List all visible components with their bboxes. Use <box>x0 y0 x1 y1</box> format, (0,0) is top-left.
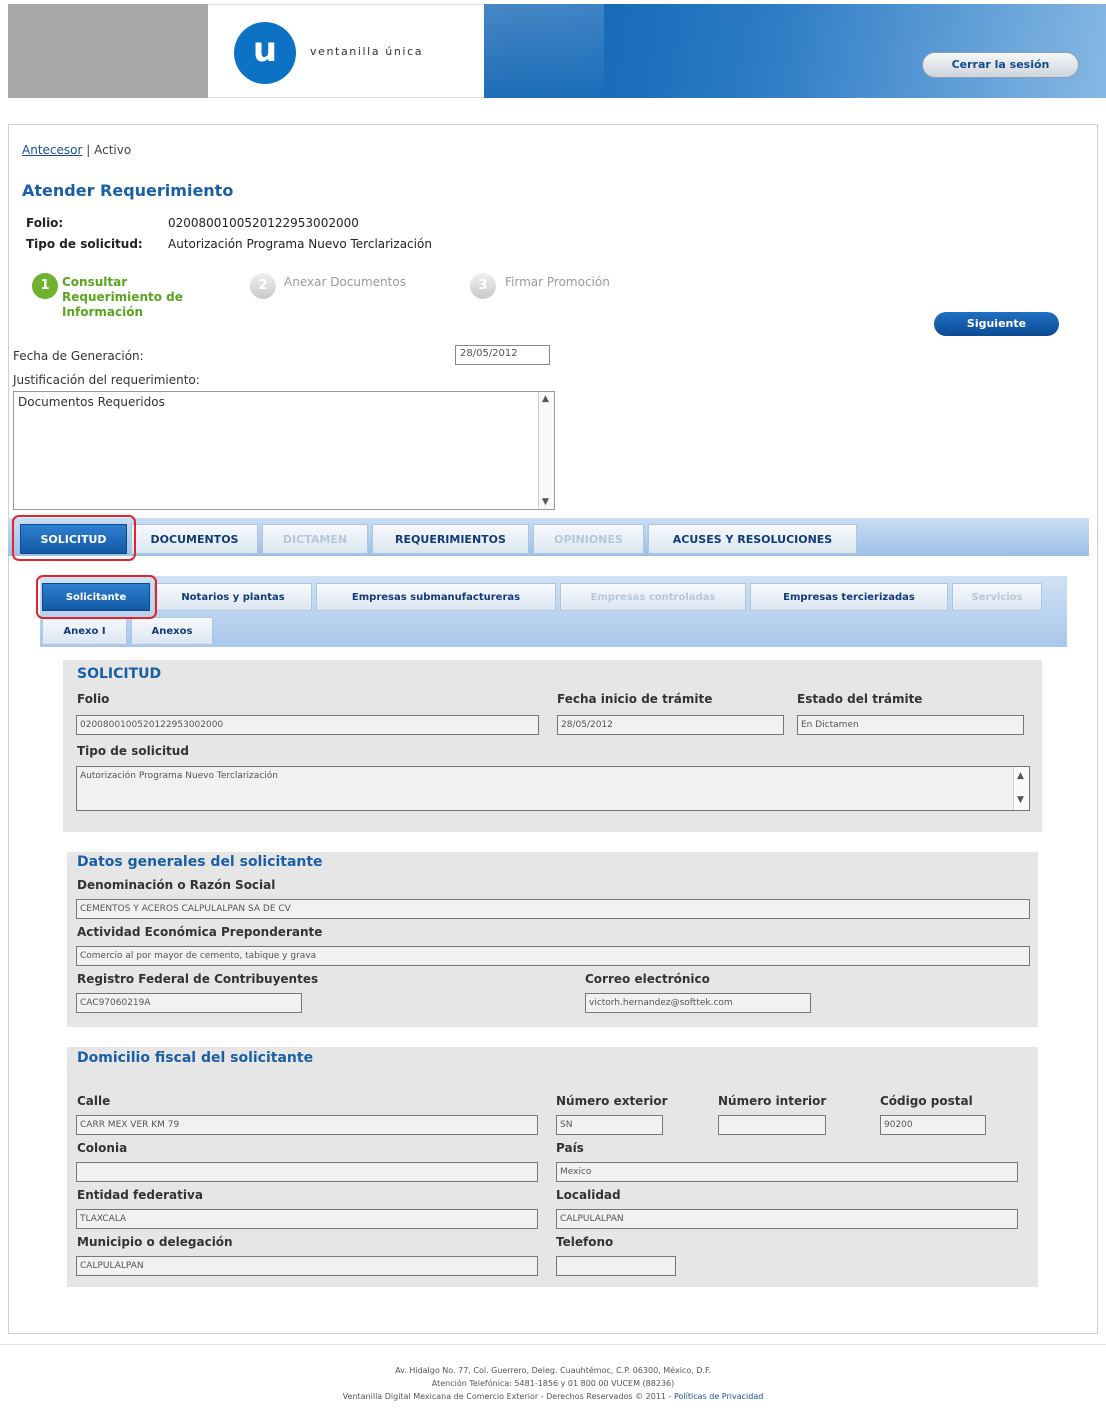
solicitud-folio-field[interactable]: 0200800100520122953002000 <box>76 715 539 735</box>
solicitud-folio-label: Folio <box>77 692 110 706</box>
tab-dictamen[interactable]: DICTAMEN <box>262 524 368 554</box>
pais-label: País <box>556 1141 584 1155</box>
footer-phone: Atención Telefónica: 5481-1856 y 01 800 … <box>431 1379 675 1388</box>
subtab-anexo-i[interactable]: Anexo I <box>42 617 127 645</box>
pais-field[interactable]: Mexico <box>556 1162 1018 1182</box>
telefono-label: Telefono <box>556 1235 614 1249</box>
scroll-down-icon[interactable]: ▼ <box>542 497 549 507</box>
step-1[interactable]: 1 <box>32 273 58 299</box>
estado-tramite-field[interactable]: En Dictamen <box>797 715 1024 735</box>
solicitud-tipo-scrollbar[interactable]: ▲ ▼ <box>1013 767 1029 810</box>
numero-interior-label: Número interior <box>718 1094 827 1108</box>
tab-opiniones[interactable]: OPINIONES <box>533 524 644 554</box>
next-button[interactable]: Siguiente <box>934 312 1059 336</box>
numero-interior-field[interactable] <box>718 1115 826 1135</box>
footer-copyright: Ventanilla Digital Mexicana de Comercio … <box>0 1390 1106 1403</box>
subtab-servicios[interactable]: Servicios <box>952 583 1042 611</box>
entidad-federativa-label: Entidad federativa <box>77 1188 203 1202</box>
step-2-label[interactable]: Anexar Documentos <box>284 275 406 289</box>
fecha-generacion-label: Fecha de Generación: <box>13 349 144 363</box>
step-3[interactable]: 3 <box>470 273 496 299</box>
rfc-label: Registro Federal de Contribuyentes <box>77 972 319 986</box>
footer-copyright-text: Ventanilla Digital Mexicana de Comercio … <box>342 1392 672 1401</box>
scroll-up-icon[interactable]: ▲ <box>542 394 549 404</box>
subtab-notarios-plantas[interactable]: Notarios y plantas <box>154 583 312 611</box>
fecha-generacion-field[interactable]: 28/05/2012 <box>455 345 550 365</box>
localidad-label: Localidad <box>556 1188 621 1202</box>
footer: Av. Hidalgo No. 77, Col. Guerrero, Deleg… <box>0 1364 1106 1403</box>
codigo-postal-label: Código postal <box>880 1094 973 1108</box>
justificacion-text: Documentos Requeridos <box>18 395 165 409</box>
domicilio-title: Domicilio fiscal del solicitante <box>77 1050 314 1066</box>
step-1-number-icon: 1 <box>32 273 58 299</box>
scroll-down-icon[interactable]: ▼ <box>1017 793 1024 808</box>
tipo-solicitud-label: Tipo de solicitud: <box>26 237 143 251</box>
datos-generales-title: Datos generales del solicitante <box>77 854 323 870</box>
actividad-economica-field[interactable]: Comercio al por mayor de cemento, tabiqu… <box>76 946 1030 966</box>
breadcrumb-separator: | <box>86 143 91 157</box>
municipio-label: Municipio o delegación <box>77 1235 233 1249</box>
calle-field[interactable]: CARR MEX VER KM 79 <box>76 1115 538 1135</box>
subtab-anexos[interactable]: Anexos <box>131 617 213 645</box>
header-banner <box>484 4 1106 98</box>
privacy-policy-link[interactable]: Políticas de Privacidad <box>674 1392 763 1401</box>
subtab-empresas-submanufactureras[interactable]: Empresas submanufactureras <box>316 583 556 611</box>
tab-documentos[interactable]: DOCUMENTOS <box>131 524 258 554</box>
codigo-postal-field[interactable]: 90200 <box>880 1115 986 1135</box>
step-2-number-icon: 2 <box>250 273 276 299</box>
breadcrumb-current: Activo <box>94 143 132 157</box>
highlight-ring-solicitante <box>36 575 157 619</box>
breadcrumb-parent-link[interactable]: Antecesor <box>22 143 82 157</box>
tab-requerimientos[interactable]: REQUERIMIENTOS <box>372 524 529 554</box>
tab-acuses-resoluciones[interactable]: ACUSES Y RESOLUCIONES <box>648 524 857 554</box>
folio-label: Folio: <box>26 216 64 230</box>
entidad-federativa-field[interactable]: TLAXCALA <box>76 1209 538 1229</box>
correo-field[interactable]: victorh.hernandez@softtek.com <box>585 993 811 1013</box>
solicitud-tipo-text: Autorización Programa Nuevo Terclarizaci… <box>80 771 278 781</box>
scroll-up-icon[interactable]: ▲ <box>1017 769 1024 784</box>
colonia-field[interactable] <box>76 1162 538 1182</box>
fecha-inicio-field[interactable]: 28/05/2012 <box>557 715 784 735</box>
calle-label: Calle <box>77 1094 111 1108</box>
step-2[interactable]: 2 <box>250 273 276 299</box>
logout-button[interactable]: Cerrar la sesión <box>922 52 1079 78</box>
footer-separator <box>0 1344 1106 1345</box>
footer-address: Av. Hidalgo No. 77, Col. Guerrero, Deleg… <box>395 1366 711 1375</box>
estado-tramite-label: Estado del trámite <box>797 692 923 706</box>
correo-label: Correo electrónico <box>585 972 710 986</box>
header-left-block <box>8 4 208 98</box>
solicitud-tipo-label: Tipo de solicitud <box>77 744 189 758</box>
subtab-empresas-tercierizadas[interactable]: Empresas tercierizadas <box>750 583 948 611</box>
numero-exterior-field[interactable]: SN <box>556 1115 663 1135</box>
breadcrumb: Antecesor | Activo <box>22 143 131 157</box>
page-title: Atender Requerimiento <box>22 181 234 200</box>
solicitud-tipo-textarea[interactable]: Autorización Programa Nuevo Terclarizaci… <box>76 766 1030 811</box>
step-3-number-icon: 3 <box>470 273 496 299</box>
fecha-inicio-label: Fecha inicio de trámite <box>557 692 713 706</box>
localidad-field[interactable]: CALPULALPAN <box>556 1209 1018 1229</box>
justificacion-scrollbar[interactable]: ▲ ▼ <box>538 392 554 509</box>
logo-text: ventanilla única <box>310 45 424 58</box>
numero-exterior-label: Número exterior <box>556 1094 668 1108</box>
municipio-field[interactable]: CALPULALPAN <box>76 1256 538 1276</box>
step-1-label[interactable]: Consultar Requerimiento de Información <box>62 275 212 320</box>
highlight-ring-solicitud <box>12 515 136 561</box>
justificacion-textarea[interactable]: Documentos Requeridos ▲ ▼ <box>13 391 555 510</box>
step-3-label[interactable]: Firmar Promoción <box>505 275 610 289</box>
solicitud-title: SOLICITUD <box>77 666 162 682</box>
vu-logo-icon: u <box>234 22 296 84</box>
razon-social-field[interactable]: CEMENTOS Y ACEROS CALPULALPAN SA DE CV <box>76 899 1030 919</box>
actividad-economica-label: Actividad Económica Preponderante <box>77 925 323 939</box>
telefono-field[interactable] <box>556 1256 676 1276</box>
folio-value: 0200800100520122953002000 <box>168 216 359 230</box>
justificacion-label: Justificación del requerimiento: <box>13 373 200 387</box>
rfc-field[interactable]: CAC97060219A <box>76 993 302 1013</box>
razon-social-label: Denominación o Razón Social <box>77 878 276 892</box>
colonia-label: Colonia <box>77 1141 128 1155</box>
subtab-empresas-controladas[interactable]: Empresas controladas <box>560 583 746 611</box>
tipo-solicitud-value: Autorización Programa Nuevo Terclarizaci… <box>168 237 432 251</box>
